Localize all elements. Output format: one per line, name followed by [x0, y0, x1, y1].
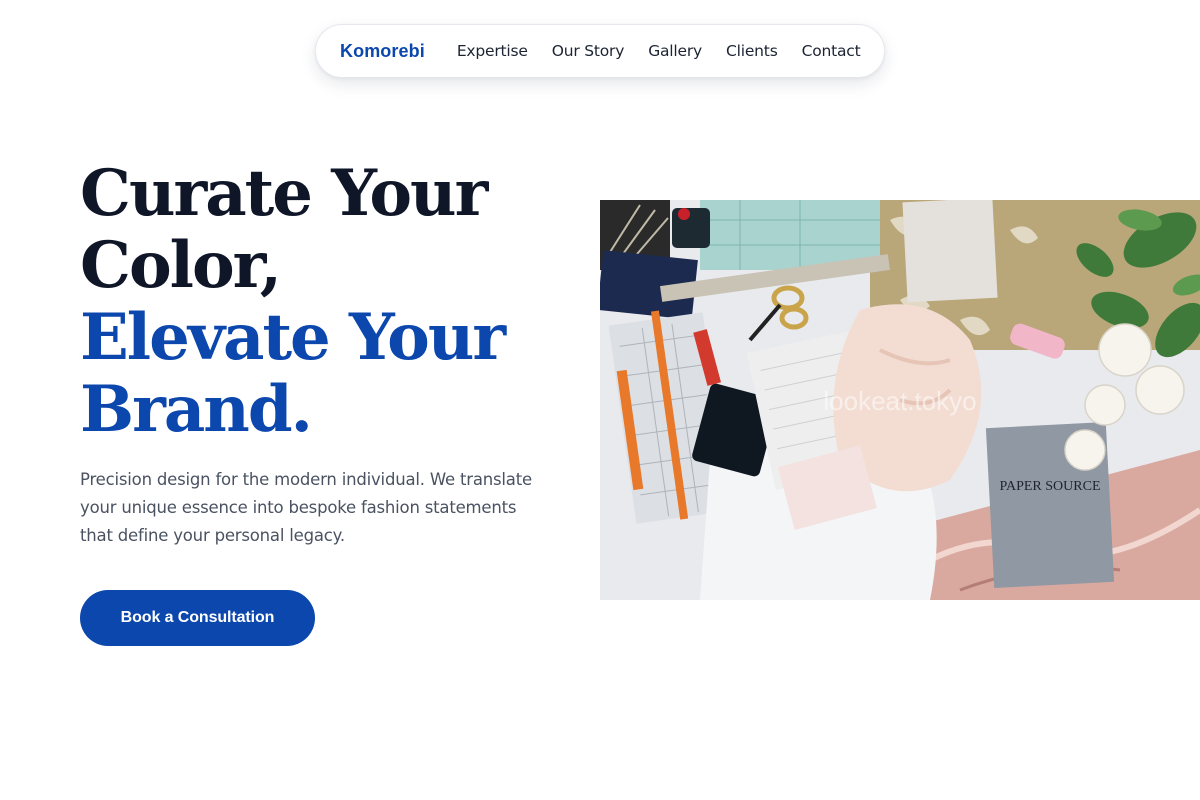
hero-heading-accent-line: Elevate Your [80, 300, 506, 375]
hero-image: PAPER SOURCE lookeat.tokyo [600, 200, 1200, 600]
hero-heading-line: Color, [80, 228, 282, 303]
top-nav: Komorebi Expertise Our Story Gallery Cli… [315, 24, 885, 78]
brand-logo[interactable]: Komorebi [340, 41, 425, 62]
image-watermark: lookeat.tokyo [823, 386, 976, 416]
book-title-text: PAPER SOURCE [999, 479, 1100, 494]
nav-link-our-story[interactable]: Our Story [552, 42, 625, 60]
hero-heading-line: Curate Your [80, 156, 488, 231]
book-consultation-button[interactable]: Book a Consultation [80, 590, 315, 646]
hero-heading-accent-line: Brand. [80, 372, 313, 447]
flat-lay-illustration: PAPER SOURCE lookeat.tokyo [600, 200, 1200, 600]
nav-link-clients[interactable]: Clients [726, 42, 778, 60]
nav-link-gallery[interactable]: Gallery [648, 42, 702, 60]
nav-link-contact[interactable]: Contact [802, 42, 861, 60]
nav-link-expertise[interactable]: Expertise [457, 42, 528, 60]
hero-description: Precision design for the modern individu… [80, 470, 532, 545]
nav-links: Expertise Our Story Gallery Clients Cont… [457, 42, 861, 60]
hero-heading: Curate Your Color, Elevate Your Brand. [80, 158, 580, 446]
